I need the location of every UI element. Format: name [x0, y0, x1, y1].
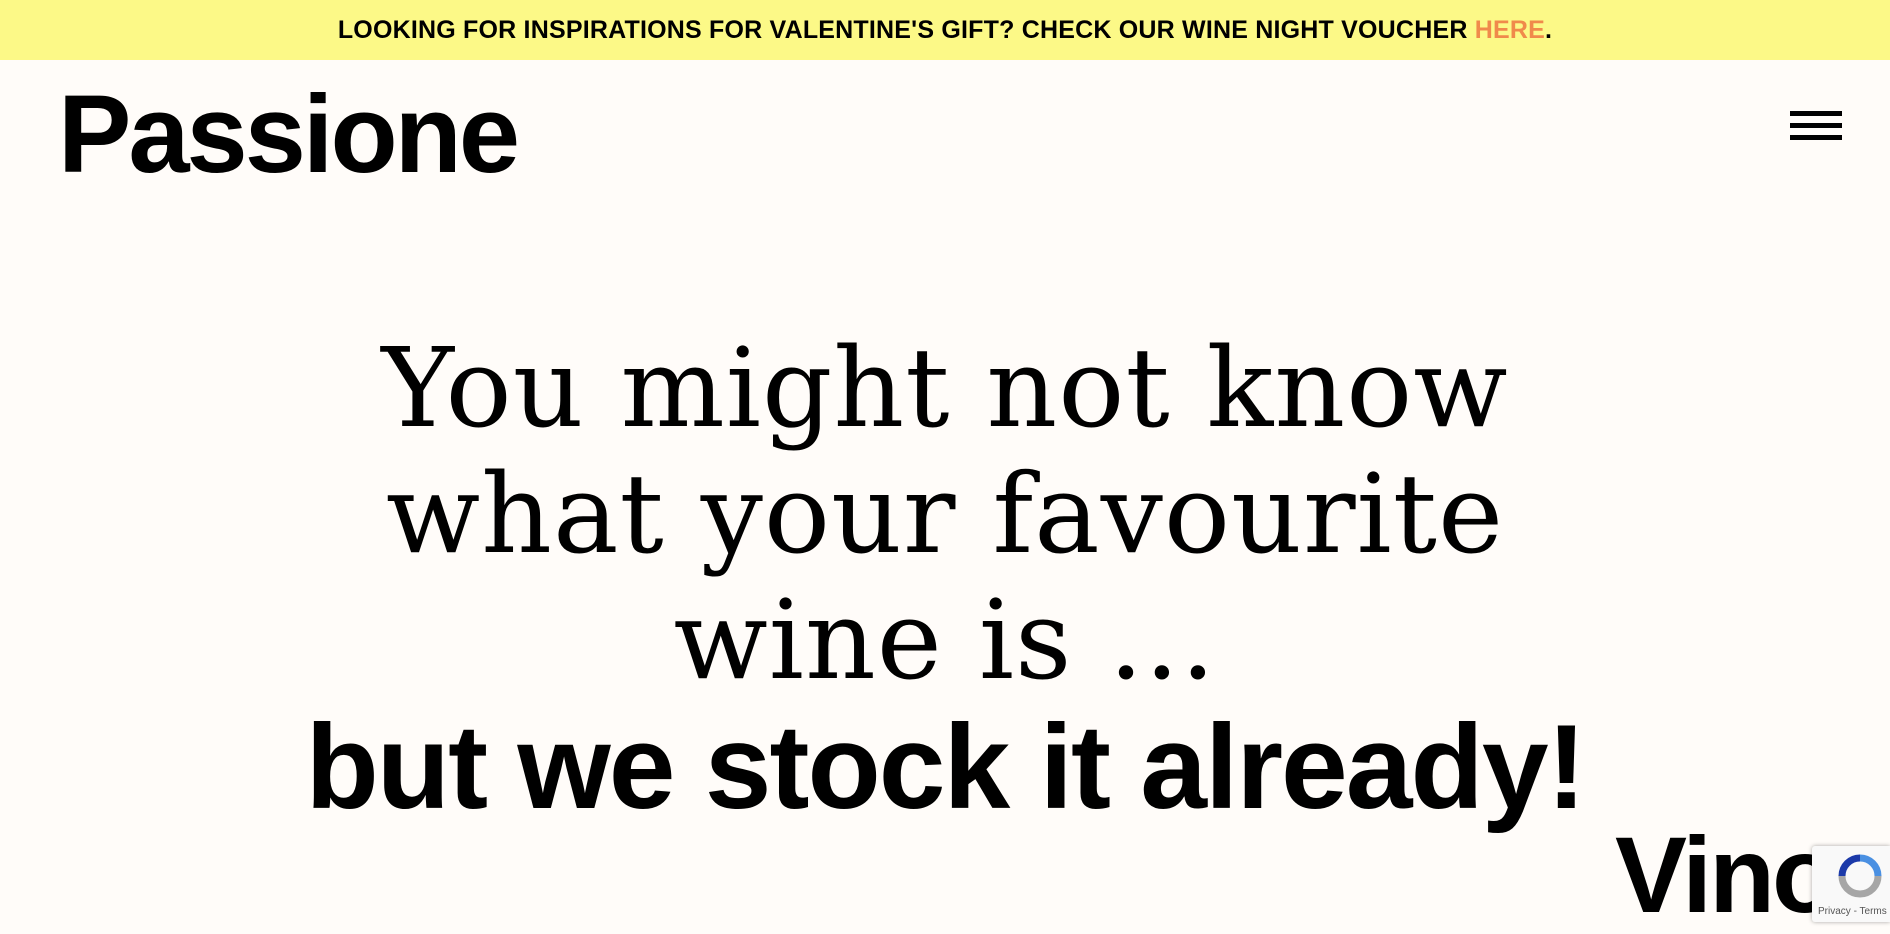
hero-line-3: wine is ...: [673, 576, 1217, 704]
hero-line-1: You might not know: [381, 324, 1509, 452]
announcement-suffix: .: [1545, 15, 1553, 44]
announcement-bar: LOOKING FOR INSPIRATIONS FOR VALENTINE'S…: [0, 0, 1890, 60]
menu-line-2: [1790, 123, 1842, 128]
hero-line-2: what your favourite: [385, 450, 1505, 578]
hero-heading-serif: You might not know what your favourite w…: [320, 325, 1570, 703]
announcement-text: LOOKING FOR INSPIRATIONS FOR VALENTINE'S…: [337, 15, 1475, 44]
recaptcha-badge[interactable]: Privacy - Terms: [1812, 846, 1890, 922]
site-logo[interactable]: Passione: [58, 70, 520, 200]
hero-heading-bold: but we stock it already!: [305, 700, 1586, 834]
scrolling-word: Vino: [1615, 814, 1838, 934]
menu-line-3: [1790, 135, 1842, 140]
menu-line-1: [1790, 111, 1842, 116]
recaptcha-terms-link[interactable]: Terms: [1860, 906, 1887, 917]
recaptcha-privacy-link[interactable]: Privacy: [1818, 906, 1851, 917]
recaptcha-separator: -: [1850, 906, 1860, 917]
recaptcha-icon: [1838, 854, 1882, 898]
hamburger-menu-icon[interactable]: [1790, 111, 1842, 147]
recaptcha-links: Privacy - Terms: [1818, 906, 1887, 917]
hero-section: You might not know what your favourite w…: [0, 325, 1890, 829]
announcement-link[interactable]: HERE: [1475, 16, 1545, 45]
